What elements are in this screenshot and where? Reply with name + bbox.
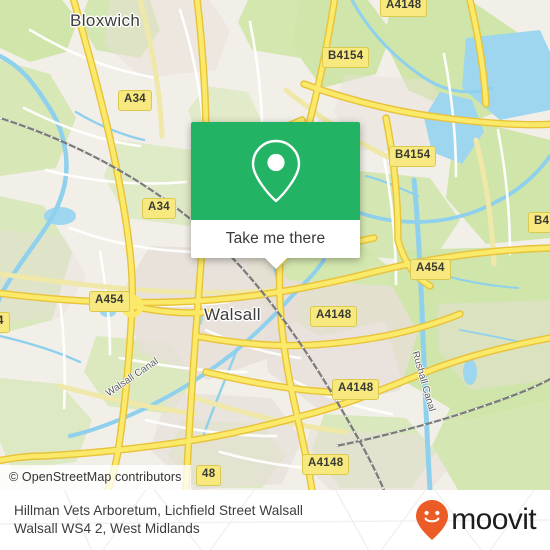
card-pin-area: [191, 122, 360, 220]
address-line-2: Walsall WS4 2, West Midlands: [14, 521, 200, 536]
card-pointer-tail: [264, 258, 287, 269]
map-canvas[interactable]: Bloxwich Walsall y and Essington Canal W…: [0, 0, 550, 490]
location-address: Hillman Vets Arboretum, Lichfield Street…: [14, 502, 303, 538]
moovit-logo[interactable]: moovit: [415, 499, 537, 541]
card-action-area[interactable]: Take me there: [191, 220, 360, 269]
osm-attribution[interactable]: © OpenStreetMap contributors: [0, 464, 191, 490]
moovit-map-screenshot: Bloxwich Walsall y and Essington Canal W…: [0, 0, 550, 550]
moovit-pin-smile-icon: [416, 500, 449, 540]
take-me-there-label: Take me there: [225, 230, 326, 247]
moovit-wordmark: moovit: [451, 503, 536, 536]
address-line-1: Hillman Vets Arboretum, Lichfield Street…: [14, 503, 303, 518]
footer-bar: Hillman Vets Arboretum, Lichfield Street…: [0, 490, 550, 550]
location-callout-card[interactable]: Take me there: [191, 122, 360, 269]
map-pin-icon: [251, 139, 300, 203]
